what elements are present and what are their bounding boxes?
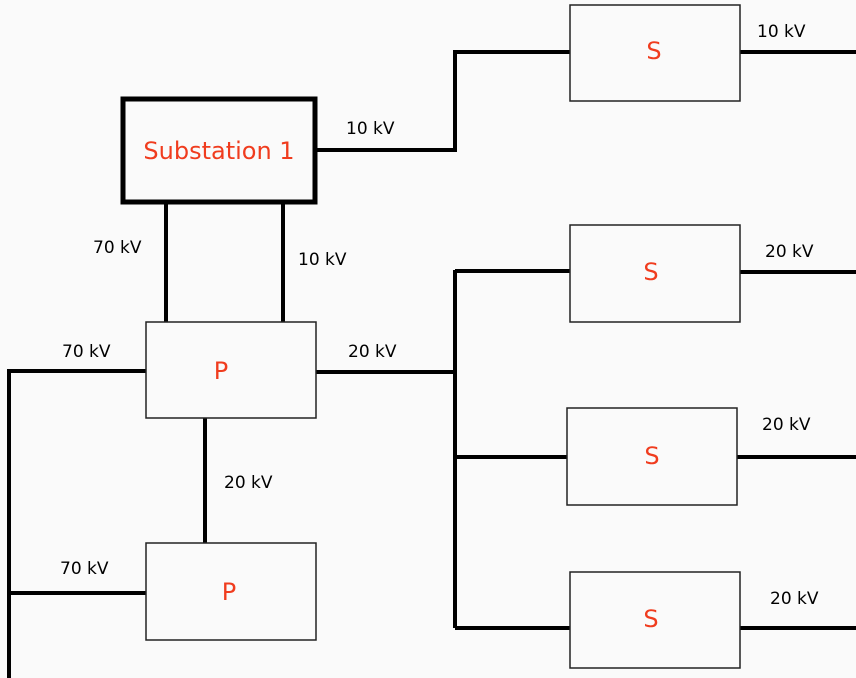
s4-node: S	[569, 571, 741, 669]
p2-label: P	[222, 578, 236, 606]
label-p2-left: 70 kV	[60, 559, 109, 579]
label-sub-p1-left: 70 kV	[93, 238, 142, 258]
label-sub-p1-right: 10 kV	[298, 250, 347, 270]
label-p1-p2: 20 kV	[224, 473, 273, 493]
s1-label: S	[646, 37, 661, 65]
s1-node: S	[569, 4, 741, 102]
s2-label: S	[643, 258, 658, 286]
label-p1-left: 70 kV	[62, 342, 111, 362]
wire-p1-left-bus	[7, 369, 146, 678]
s3-label: S	[644, 442, 659, 470]
label-sub-to-s1: 10 kV	[346, 119, 395, 139]
label-p1-right: 20 kV	[348, 342, 397, 362]
p1-node: P	[145, 321, 317, 419]
substation-label: Substation 1	[143, 137, 294, 165]
p2-node: P	[145, 542, 317, 641]
label-s3-out: 20 kV	[762, 415, 811, 435]
label-s1-out: 10 kV	[757, 22, 806, 42]
substation-node: Substation 1	[120, 96, 318, 205]
s2-node: S	[569, 224, 741, 323]
s3-node: S	[566, 407, 738, 506]
s4-label: S	[643, 605, 658, 633]
p1-label: P	[214, 357, 228, 385]
single-line-diagram: Substation 1 P P S S S S 10 kV 10 kV 70 …	[7, 4, 856, 678]
label-s2-out: 20 kV	[765, 242, 814, 262]
label-s4-out: 20 kV	[770, 589, 819, 609]
